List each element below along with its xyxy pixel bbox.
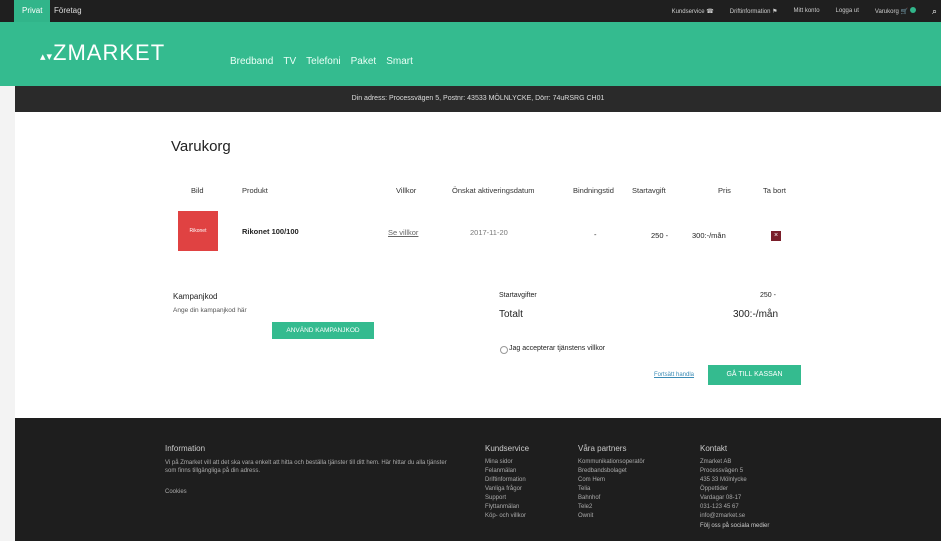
footer-link[interactable]: Flyttanmälan <box>485 504 529 510</box>
col-header-produkt: Produkt <box>242 186 268 195</box>
driftinfo-link[interactable]: Driftinformation ⚑ <box>730 8 778 15</box>
footer-link[interactable]: Support <box>485 495 529 501</box>
tab-foretag[interactable]: Företag <box>46 0 90 22</box>
nav-smart[interactable]: Smart <box>386 56 413 67</box>
kundservice-link[interactable]: Kundservice ☎ <box>672 8 714 15</box>
main-content <box>15 112 941 418</box>
address-bar: Din adress: Processvägen 5, Postnr: 4353… <box>15 86 941 112</box>
cart-link[interactable]: Varukorg 🛒 <box>875 7 916 15</box>
search-icon[interactable]: ⌕ <box>932 6 937 17</box>
footer-link[interactable]: Bredbandsbolaget <box>578 468 645 474</box>
terms-link[interactable]: Se villkor <box>388 228 418 237</box>
col-header-ta-bort: Ta bort <box>763 186 786 195</box>
cart-badge <box>909 7 916 13</box>
accept-terms-checkbox[interactable] <box>500 346 508 354</box>
col-header-bild: Bild <box>191 186 204 195</box>
binding-time: - <box>594 230 597 239</box>
footer-partners-heading: Våra partners <box>578 444 627 453</box>
footer-link[interactable]: Ownit <box>578 513 645 519</box>
footer-kundservice: Kundservice Mina sidor Felanmälan Drifti… <box>485 444 529 522</box>
apply-campaign-button[interactable]: ANVÄND KAMPANJKOD <box>272 322 374 339</box>
col-header-villkor: Villkor <box>396 186 417 195</box>
page-title: Varukorg <box>171 138 231 155</box>
campaign-heading: Kampanjkod <box>173 292 218 301</box>
nav-telefoni[interactable]: Telefoni <box>306 56 340 67</box>
footer-info-text: Vi på Zmarket vill att det ska vara enke… <box>165 460 447 474</box>
footer-text: Vardagar 08-17 <box>700 495 742 501</box>
cookies-link[interactable]: Cookies <box>165 489 455 495</box>
close-icon: × <box>773 232 779 239</box>
footer-contact-heading: Kontakt <box>700 444 728 453</box>
start-fees-value: 250 - <box>760 292 776 299</box>
main-nav: Bredband TV Telefoni Paket Smart <box>230 56 413 67</box>
total-label: Totalt <box>499 309 523 320</box>
activation-date[interactable]: 2017-11-20 <box>470 228 508 237</box>
product-image: Rikonet <box>178 211 218 251</box>
product-name: Rikonet 100/100 <box>242 227 299 236</box>
flag-icon: ⚑ <box>772 8 778 15</box>
footer-kundservice-heading: Kundservice <box>485 444 530 453</box>
footer-link[interactable]: Telia <box>578 486 645 492</box>
nav-paket[interactable]: Paket <box>351 56 377 67</box>
checkout-button[interactable]: GÅ TILL KASSAN <box>708 365 801 385</box>
footer-link[interactable]: Felanmälan <box>485 468 529 474</box>
total-value: 300:-/mån <box>733 309 779 320</box>
accept-terms-label[interactable]: Jag accepterar tjänstens villkor <box>509 345 605 352</box>
logout-link[interactable]: Logga ut <box>836 8 859 14</box>
footer-text: 435 33 Mölnlycke <box>700 477 747 483</box>
footer-link[interactable]: Driftinformation <box>485 477 529 483</box>
continue-shopping-link[interactable]: Fortsätt handla <box>654 372 694 378</box>
col-header-datum: Önskat aktiveringsdatum <box>452 186 535 195</box>
campaign-input[interactable]: Ange din kampanjkod här <box>173 307 247 314</box>
col-header-startavgift: Startavgift <box>632 186 666 195</box>
top-links: Kundservice ☎ Driftinformation ⚑ Mitt ko… <box>672 0 937 22</box>
footer-link[interactable]: Köp- och villkor <box>485 513 529 519</box>
cart-icon: 🛒 <box>900 9 908 15</box>
tab-privat[interactable]: Privat <box>14 0 51 22</box>
footer-link[interactable]: Vanliga frågor <box>485 486 529 492</box>
logo[interactable]: ▴▾ZMARKET <box>40 40 165 66</box>
footer-link[interactable]: Kommunikationsoperatör <box>578 459 645 465</box>
footer-link[interactable]: Com Hem <box>578 477 645 483</box>
footer-info: Information Vi på Zmarket vill att det s… <box>165 444 455 498</box>
footer-link[interactable]: Bahnhof <box>578 495 645 501</box>
col-header-bindningstid: Bindningstid <box>573 186 614 195</box>
footer-link[interactable]: Tele2 <box>578 504 645 510</box>
nav-bredband[interactable]: Bredband <box>230 56 273 67</box>
site-header: ▴▾ZMARKET Bredband TV Telefoni Paket Sma… <box>0 22 941 86</box>
logo-mark-icon: ▴▾ <box>40 51 54 63</box>
footer-text: Öppettider <box>700 486 729 492</box>
footer-info-heading: Information <box>165 444 206 453</box>
price: 300:-/mån <box>692 231 726 240</box>
footer-partners: Våra partners Kommunikationsoperatör Bre… <box>578 444 645 522</box>
col-header-pris: Pris <box>718 186 731 195</box>
top-bar: Privat Företag Kundservice ☎ Driftinform… <box>0 0 941 22</box>
remove-item-button[interactable]: × <box>771 231 781 241</box>
start-fee: 250 - <box>651 231 669 240</box>
footer-text: 031-123 45 67 <box>700 504 739 510</box>
footer-link[interactable]: Mina sidor <box>485 459 529 465</box>
nav-tv[interactable]: TV <box>283 56 296 67</box>
footer-text: Processvägen 5 <box>700 468 744 474</box>
start-fees-label: Startavgifter <box>499 292 537 299</box>
footer-text: info@zmarket.se <box>700 513 746 519</box>
my-account-link[interactable]: Mitt konto <box>794 8 820 14</box>
phone-icon: ☎ <box>706 8 714 15</box>
site-footer: Information Vi på Zmarket vill att det s… <box>15 418 941 541</box>
footer-contact: Kontakt Zmarket AB Processvägen 5 435 33… <box>700 444 769 532</box>
footer-text: Zmarket AB <box>700 459 732 465</box>
footer-social: Följ oss på sociala medier <box>700 523 770 529</box>
